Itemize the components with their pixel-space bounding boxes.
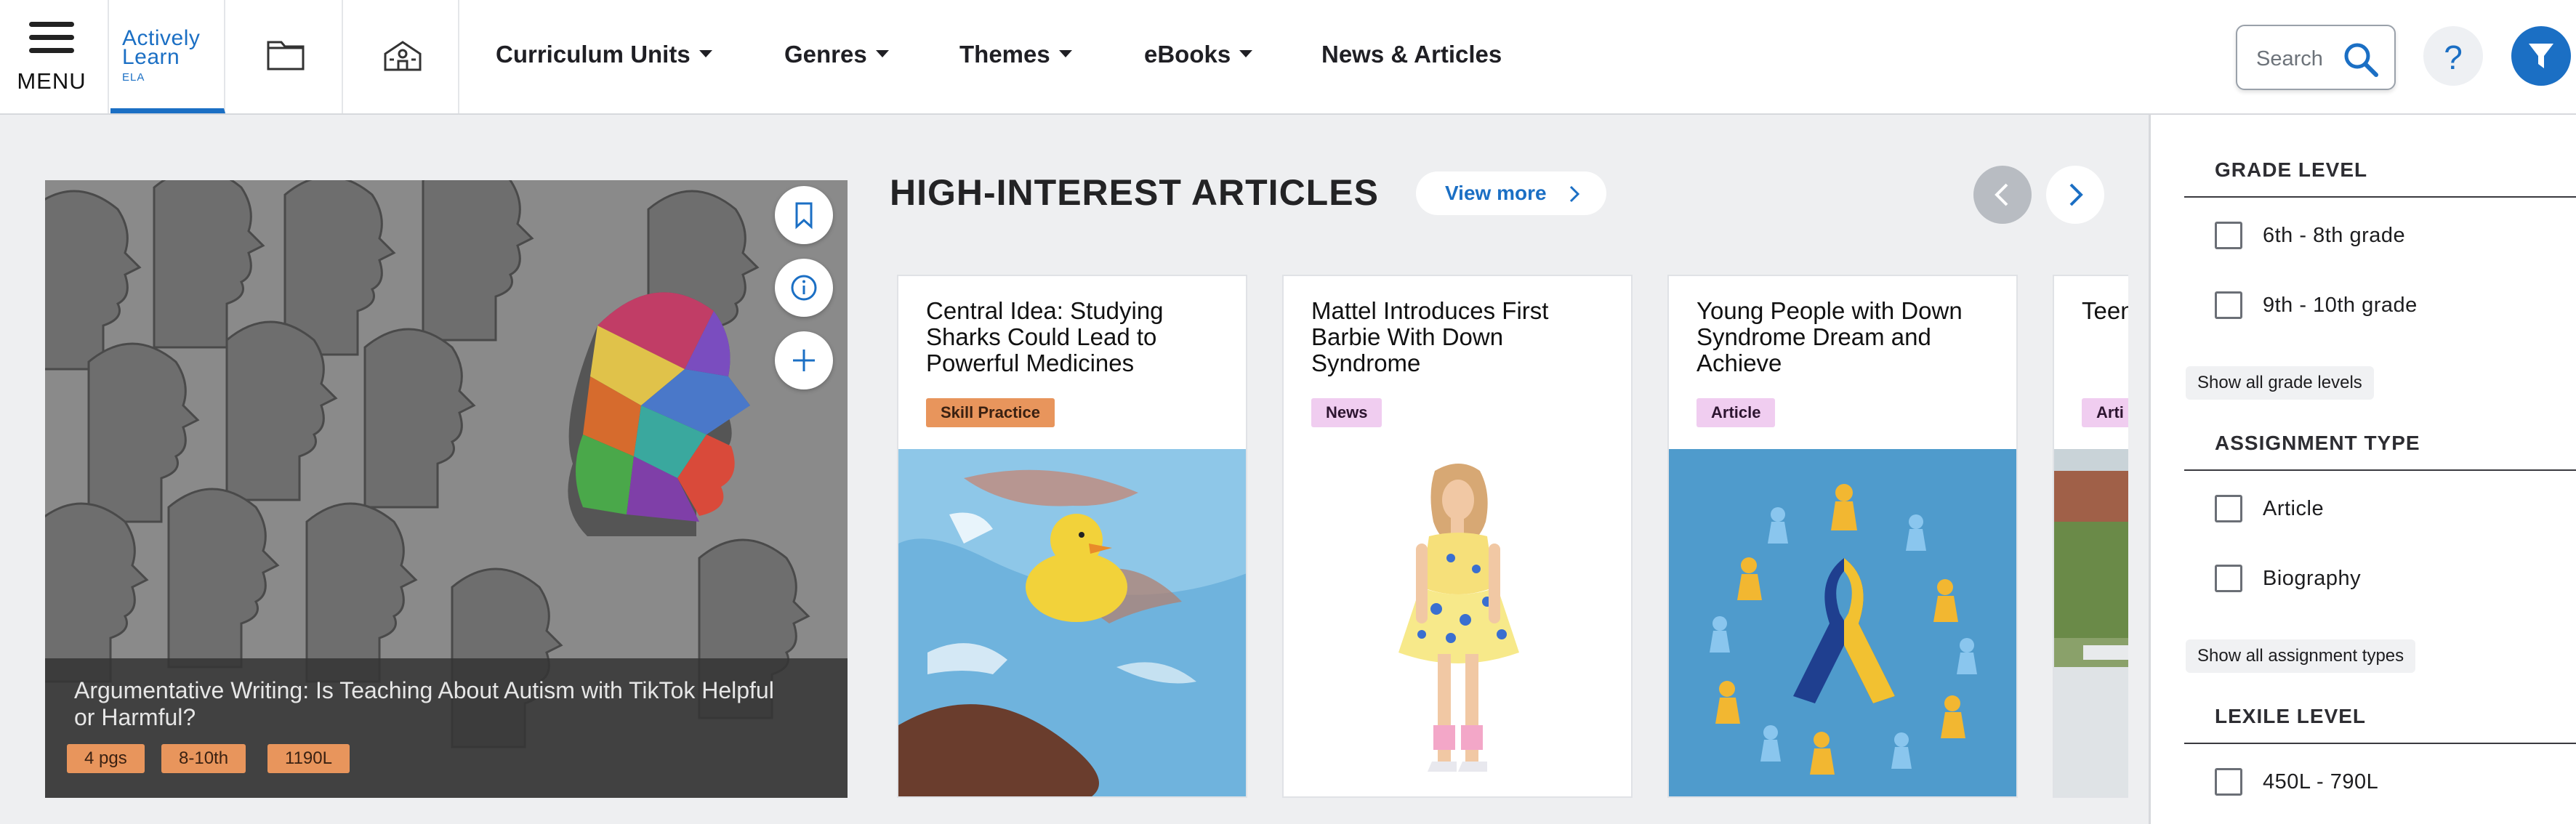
- info-icon: [791, 275, 817, 301]
- article-card[interactable]: Young People with Down Syndrome Dream an…: [1667, 275, 2018, 798]
- nav-themes-label: Themes: [959, 41, 1050, 68]
- view-more-label: View more: [1445, 182, 1547, 204]
- article-card-tag: Skill Practice: [926, 398, 1055, 427]
- nav-genres-label: Genres: [784, 41, 867, 68]
- article-card-image: [1284, 449, 1631, 796]
- article-card-title: Central Idea: Studying Sharks Could Lead…: [926, 297, 1164, 376]
- add-icon: [793, 350, 815, 371]
- top-navigation-bar: MENU Actively Learn ELA Curriculum Units: [0, 0, 2576, 115]
- grade-level-heading: GRADE LEVEL: [2215, 158, 2368, 181]
- grade-6-8-checkbox[interactable]: [2215, 222, 2242, 249]
- chevron-down-icon: [1239, 50, 1253, 58]
- article-card-title: Teen Wish Com: [2082, 297, 2128, 324]
- lexile-450-790-label[interactable]: 450L - 790L: [2263, 770, 2378, 794]
- article-card-title: Young People with Down Syndrome Dream an…: [1696, 297, 1963, 376]
- search-box[interactable]: [2236, 25, 2396, 90]
- folder-icon: [267, 41, 305, 70]
- chevron-down-icon: [1058, 50, 1072, 58]
- nav-ebooks[interactable]: eBooks: [1144, 41, 1253, 70]
- carousel-prev-button[interactable]: [1973, 166, 2032, 224]
- help-icon: ?: [2444, 39, 2463, 76]
- article-checkbox[interactable]: [2215, 495, 2242, 522]
- article-card[interactable]: Mattel Introduces First Barbie With Down…: [1282, 275, 1633, 798]
- logo-line-3: ELA: [122, 71, 145, 84]
- featured-tag-grade: 8-10th: [161, 744, 246, 773]
- grade-9-10-label[interactable]: 9th - 10th grade: [2263, 294, 2418, 318]
- nav-genres[interactable]: Genres: [784, 41, 889, 70]
- lexile-450-790-checkbox[interactable]: [2215, 768, 2242, 796]
- lexile-level-divider: [2184, 743, 2576, 744]
- article-card[interactable]: Central Idea: Studying Sharks Could Lead…: [897, 275, 1247, 798]
- menu-label: MENU: [17, 68, 86, 94]
- assignment-type-heading: ASSIGNMENT TYPE: [2215, 432, 2420, 454]
- info-button[interactable]: [775, 259, 833, 317]
- article-card-tag: News: [1311, 398, 1382, 427]
- carousel-next-button[interactable]: [2046, 166, 2104, 224]
- biography-checkbox[interactable]: [2215, 565, 2242, 592]
- nav-themes[interactable]: Themes: [959, 41, 1072, 70]
- library-button[interactable]: [227, 0, 343, 113]
- nav-ebooks-label: eBooks: [1144, 41, 1231, 68]
- biography-label[interactable]: Biography: [2263, 567, 2361, 591]
- article-card-title: Mattel Introduces First Barbie With Down…: [1311, 297, 1549, 376]
- section-title: HIGH-INTEREST ARTICLES: [890, 172, 1379, 213]
- school-button[interactable]: [343, 0, 459, 113]
- chevron-down-icon: [699, 50, 712, 58]
- chevron-right-icon: [1569, 185, 1580, 203]
- grade-6-8-label[interactable]: 6th - 8th grade: [2263, 224, 2405, 248]
- nav-curriculum-units-label: Curriculum Units: [496, 41, 691, 68]
- grade-9-10-checkbox[interactable]: [2215, 291, 2242, 319]
- chevron-down-icon: [875, 50, 889, 58]
- nav-news-articles-label: News & Articles: [1321, 41, 1502, 68]
- view-more-button[interactable]: View more: [1416, 171, 1606, 215]
- featured-caption: Argumentative Writing: Is Teaching About…: [45, 658, 848, 798]
- hamburger-icon: [29, 22, 74, 54]
- filter-toggle-button[interactable]: [2511, 26, 2571, 86]
- add-button[interactable]: [775, 331, 833, 389]
- featured-tag-pages: 4 pgs: [67, 744, 145, 773]
- show-all-grade-levels-button[interactable]: Show all grade levels: [2186, 366, 2374, 400]
- filter-panel: GRADE LEVEL 6th - 8th grade 9th - 10th g…: [2149, 115, 2576, 824]
- show-all-assignment-types-button[interactable]: Show all assignment types: [2186, 639, 2416, 673]
- help-button[interactable]: ?: [2423, 26, 2483, 86]
- article-card-tag: Article: [1696, 398, 1776, 427]
- grade-level-divider: [2184, 196, 2576, 198]
- featured-title[interactable]: Argumentative Writing: Is Teaching About…: [74, 677, 801, 731]
- article-carousel: Central Idea: Studying Sharks Could Lead…: [897, 275, 2128, 798]
- menu-button[interactable]: MENU: [0, 0, 109, 113]
- search-input[interactable]: [2256, 45, 2351, 73]
- featured-tag-lexile: 1190L: [267, 744, 350, 773]
- article-card-image: [1669, 449, 2016, 796]
- school-icon: [384, 41, 422, 71]
- actively-learn-logo[interactable]: Actively Learn ELA: [110, 0, 225, 113]
- bookmark-icon: [795, 202, 813, 230]
- nav-news-articles[interactable]: News & Articles: [1321, 41, 1502, 70]
- filter-icon: [2529, 44, 2553, 68]
- bookmark-button[interactable]: [775, 186, 833, 244]
- article-card-tag: Arti: [2082, 398, 2128, 427]
- assignment-type-divider: [2184, 469, 2576, 471]
- search-icon[interactable]: [2342, 41, 2380, 78]
- logo-line-2: Learn: [122, 45, 180, 69]
- lexile-level-heading: LEXILE LEVEL: [2215, 705, 2367, 727]
- article-card-image: [2054, 449, 2128, 796]
- article-card[interactable]: Teen Wish Com Arti: [2053, 275, 2128, 798]
- nav-curriculum-units[interactable]: Curriculum Units: [496, 41, 712, 70]
- chevron-left-icon: [1995, 183, 2008, 206]
- chevron-right-icon: [2069, 183, 2083, 206]
- article-label[interactable]: Article: [2263, 497, 2324, 521]
- article-card-image: [898, 449, 1246, 796]
